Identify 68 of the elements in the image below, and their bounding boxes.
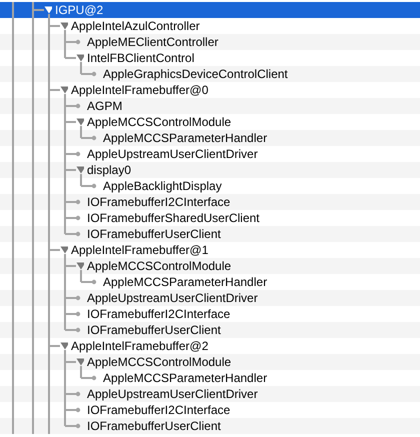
node-label: IOFramebufferUserClient (86, 322, 221, 338)
node-label: AppleMCCSControlModule (86, 258, 232, 274)
leaf-node-icon (92, 136, 96, 140)
tree-row[interactable]: AppleMCCSControlModule (0, 258, 420, 274)
node-label: AppleMCCSControlModule (86, 114, 232, 130)
leaf-node-icon (76, 216, 80, 220)
tree-row[interactable]: AGPM (0, 98, 420, 114)
leaf-node-icon (76, 152, 80, 156)
tree-row[interactable]: IOFramebufferUserClient (0, 322, 420, 338)
tree-row[interactable]: AppleMCCSControlModule (0, 354, 420, 370)
node-label: AppleIntelFramebuffer@2 (70, 338, 208, 354)
node-label: IOFramebufferI2CInterface (86, 402, 230, 418)
tree-row[interactable]: AppleGraphicsDeviceControlClient (0, 66, 420, 82)
node-label: AppleMCCSParameterHandler (102, 370, 268, 386)
leaf-node-icon (76, 424, 80, 428)
node-label: AppleIntelFramebuffer@0 (70, 82, 208, 98)
leaf-node-icon (92, 280, 96, 284)
node-label: IOFramebufferI2CInterface (86, 194, 230, 210)
tree-row[interactable]: IOFramebufferUserClient (0, 226, 420, 242)
disclosure-triangle-icon[interactable] (60, 86, 68, 94)
tree-row[interactable]: IOFramebufferI2CInterface (0, 194, 420, 210)
disclosure-triangle-icon[interactable] (76, 166, 84, 174)
node-label: IGPU@2 (54, 2, 104, 18)
node-label: IOFramebufferSharedUserClient (86, 210, 260, 226)
node-label: IOFramebufferUserClient (86, 226, 221, 242)
node-label: AppleUpstreamUserClientDriver (86, 386, 258, 402)
disclosure-triangle-icon[interactable] (76, 358, 84, 366)
leaf-node-icon (76, 328, 80, 332)
disclosure-triangle-icon[interactable] (60, 342, 68, 350)
tree-row[interactable]: AppleUpstreamUserClientDriver (0, 290, 420, 306)
node-label: IntelFBClientControl (86, 50, 194, 66)
disclosure-triangle-icon[interactable] (76, 118, 84, 126)
node-label: AppleMCCSParameterHandler (102, 130, 268, 146)
tree-row[interactable]: AppleUpstreamUserClientDriver (0, 386, 420, 402)
node-label: AppleMCCSParameterHandler (102, 274, 268, 290)
leaf-node-icon (76, 40, 80, 44)
node-label: AppleUpstreamUserClientDriver (86, 290, 258, 306)
node-label: AppleGraphicsDeviceControlClient (102, 66, 288, 82)
node-label: AppleMCCSControlModule (86, 354, 232, 370)
leaf-node-icon (76, 392, 80, 396)
leaf-node-icon (76, 200, 80, 204)
node-label: AppleUpstreamUserClientDriver (86, 146, 258, 162)
tree-row[interactable]: IGPU@2 (0, 2, 420, 18)
leaf-node-icon (76, 408, 80, 412)
leaf-node-icon (92, 184, 96, 188)
tree-row[interactable]: AppleMCCSParameterHandler (0, 130, 420, 146)
node-label: IOFramebufferI2CInterface (86, 306, 230, 322)
tree-row[interactable]: display0 (0, 162, 420, 178)
leaf-node-icon (76, 312, 80, 316)
tree-row[interactable]: AppleMEClientController (0, 34, 420, 50)
node-label: AGPM (86, 98, 122, 114)
disclosure-triangle-icon[interactable] (60, 246, 68, 254)
node-label: AppleBacklightDisplay (102, 178, 222, 194)
tree-row[interactable]: IOFramebufferUserClient (0, 418, 420, 434)
node-label: display0 (86, 162, 132, 178)
node-label: AppleMEClientController (86, 34, 218, 50)
disclosure-triangle-icon[interactable] (76, 54, 84, 62)
leaf-node-icon (76, 232, 80, 236)
leaf-node-icon (76, 104, 80, 108)
disclosure-triangle-icon[interactable] (60, 22, 68, 30)
leaf-node-icon (76, 296, 80, 300)
node-label: AppleIntelFramebuffer@1 (70, 242, 208, 258)
leaf-node-icon (92, 376, 96, 380)
leaf-node-icon (92, 72, 96, 76)
node-label: AppleIntelAzulController (70, 18, 200, 34)
disclosure-triangle-icon[interactable] (76, 262, 84, 270)
disclosure-triangle-icon[interactable] (44, 6, 52, 14)
node-label: IOFramebufferUserClient (86, 418, 221, 434)
